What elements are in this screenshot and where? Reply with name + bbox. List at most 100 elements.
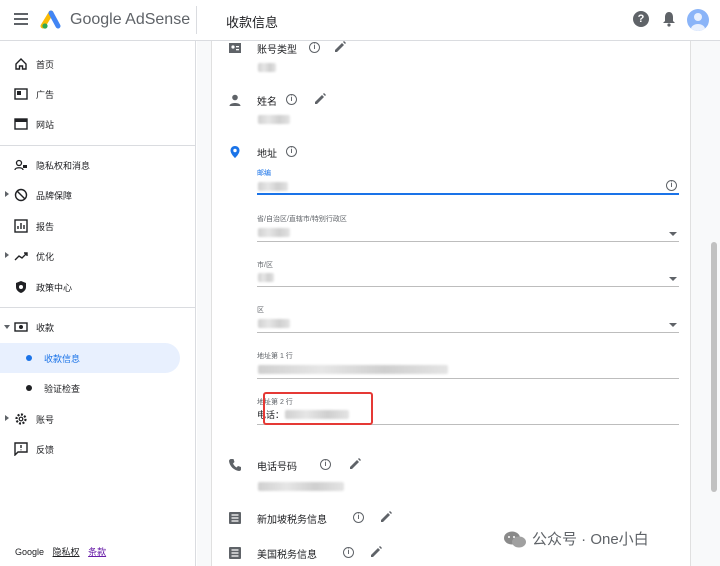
footer-privacy-link[interactable]: 隐私权 (53, 547, 80, 557)
field-underline (257, 378, 679, 379)
district-field[interactable]: 区 (257, 293, 679, 333)
help-icon[interactable]: ? (633, 11, 649, 27)
home-icon (15, 58, 27, 70)
account-avatar[interactable] (687, 9, 709, 31)
page-title: 收款信息 (226, 15, 279, 30)
info-icon[interactable]: i (309, 42, 320, 53)
sidebar-item-label: 收款信息 (44, 354, 81, 364)
name-label: 姓名 (257, 97, 277, 108)
header-divider (196, 6, 197, 34)
sidebar-item-ads[interactable]: 广告 (0, 79, 195, 109)
info-icon[interactable]: i (343, 547, 354, 558)
dropdown-arrow-icon[interactable] (669, 277, 677, 281)
list-icon (229, 547, 241, 559)
field-label: 省/自治区/直辖市/特别行政区 (257, 216, 347, 223)
reports-icon (14, 219, 28, 233)
hamburger-menu-icon[interactable] (14, 13, 28, 27)
info-icon[interactable]: i (666, 180, 677, 191)
field-underline (257, 332, 679, 333)
address-line1-field[interactable]: 地址第 1 行 (257, 339, 679, 379)
main-content: 账号类型 i 姓名 i 地址 i 邮编 i 省/自治区/直辖市/特别行政区 市/… (197, 41, 720, 566)
postal-code-field[interactable]: 邮编 i (257, 155, 679, 195)
feedback-icon (14, 442, 28, 456)
footer-terms-link[interactable]: 条款 (88, 547, 106, 557)
expand-caret-icon[interactable] (5, 191, 9, 197)
sidebar-divider (0, 145, 195, 146)
payments-icon (14, 322, 28, 332)
payment-info-card: 账号类型 i 姓名 i 地址 i 邮编 i 省/自治区/直辖市/特别行政区 市/… (211, 41, 691, 566)
adsense-logo (40, 10, 61, 29)
sidebar-item-reports[interactable]: 报告 (0, 211, 195, 241)
sidebar-footer: Google 隐私权 条款 (15, 545, 106, 558)
sg-tax-label: 新加坡税务信息 (257, 515, 327, 526)
info-icon[interactable]: i (286, 94, 297, 105)
redacted-value (258, 182, 288, 191)
sidebar-divider (0, 307, 195, 308)
field-underline (257, 193, 679, 195)
sidebar-item-payment-info[interactable]: 收款信息 (0, 343, 180, 373)
province-field[interactable]: 省/自治区/直辖市/特别行政区 (257, 202, 679, 242)
brand-name: Google AdSense (70, 11, 190, 29)
bullet-dot (26, 355, 32, 361)
sidebar-item-payments[interactable]: 收款 (0, 312, 195, 342)
id-card-icon (229, 43, 241, 53)
sidebar-item-policy-center[interactable]: 政策中心 (0, 272, 195, 302)
info-icon[interactable]: i (320, 459, 331, 470)
sidebar-item-label: 优化 (36, 252, 55, 262)
sidebar-item-label: 首页 (36, 60, 55, 70)
sidebar-item-privacy-messaging[interactable]: 隐私权和消息 (0, 150, 195, 180)
sidebar-item-optimize[interactable]: 优化 (0, 241, 195, 271)
location-pin-icon (230, 146, 240, 158)
expand-caret-icon[interactable] (5, 252, 9, 258)
bullet-dot (26, 385, 32, 391)
phone-icon (229, 459, 241, 471)
edit-pencil-icon[interactable] (348, 457, 362, 471)
sidebar-item-account[interactable]: 账号 (0, 404, 195, 434)
field-label: 市/区 (257, 262, 273, 269)
sidebar-item-label: 收款 (36, 323, 55, 333)
redacted-value (258, 365, 448, 374)
sidebar-item-sites[interactable]: 网站 (0, 109, 195, 139)
edit-pencil-icon[interactable] (333, 40, 347, 54)
sidebar-item-label: 隐私权和消息 (36, 161, 91, 171)
ads-icon (14, 88, 28, 100)
field-underline (257, 241, 679, 242)
annotation-highlight-box (263, 392, 373, 425)
us-tax-label: 美国税务信息 (257, 550, 317, 561)
collapse-caret-icon[interactable] (4, 325, 10, 329)
edit-pencil-icon[interactable] (369, 545, 383, 559)
account-type-label: 账号类型 (257, 45, 297, 56)
wechat-logo-icon (504, 531, 526, 548)
sidebar-item-home[interactable]: 首页 (0, 49, 195, 79)
sidebar-item-verification[interactable]: 验证检查 (0, 373, 195, 403)
sidebar-item-label: 反馈 (36, 445, 55, 455)
person-icon (229, 94, 241, 106)
sidebar-item-label: 品牌保障 (36, 191, 73, 201)
field-label: 邮编 (257, 170, 271, 177)
field-label: 区 (257, 307, 264, 314)
sidebar-item-feedback[interactable]: 反馈 (0, 434, 195, 464)
list-icon (229, 512, 241, 524)
edit-pencil-icon[interactable] (379, 510, 393, 524)
sidebar-item-label: 广告 (36, 90, 55, 100)
expand-caret-icon[interactable] (5, 415, 9, 421)
sidebar-item-brand-safety[interactable]: 品牌保障 (0, 180, 195, 210)
dropdown-arrow-icon[interactable] (669, 323, 677, 327)
privacy-messaging-icon (14, 159, 27, 171)
edit-pencil-icon[interactable] (313, 92, 327, 106)
sidebar-item-label: 报告 (36, 222, 55, 232)
notifications-bell-icon[interactable] (662, 11, 676, 27)
brand-product: AdSense (125, 11, 191, 28)
sites-icon (14, 118, 28, 130)
info-icon[interactable]: i (353, 512, 364, 523)
sidebar-nav: 首页 广告 网站 隐私权和消息 品牌保障 报告 优化 政策中心 收款 收款信息 (0, 41, 196, 566)
sidebar-item-label: 政策中心 (36, 283, 73, 293)
sidebar-item-label: 账号 (36, 415, 55, 425)
city-field[interactable]: 市/区 (257, 247, 679, 287)
dropdown-arrow-icon[interactable] (669, 232, 677, 236)
redacted-value (258, 228, 290, 237)
sidebar-item-label: 验证检查 (44, 384, 81, 394)
block-icon (14, 188, 28, 202)
field-label: 地址第 1 行 (257, 353, 293, 360)
vertical-scrollbar[interactable] (711, 242, 717, 492)
